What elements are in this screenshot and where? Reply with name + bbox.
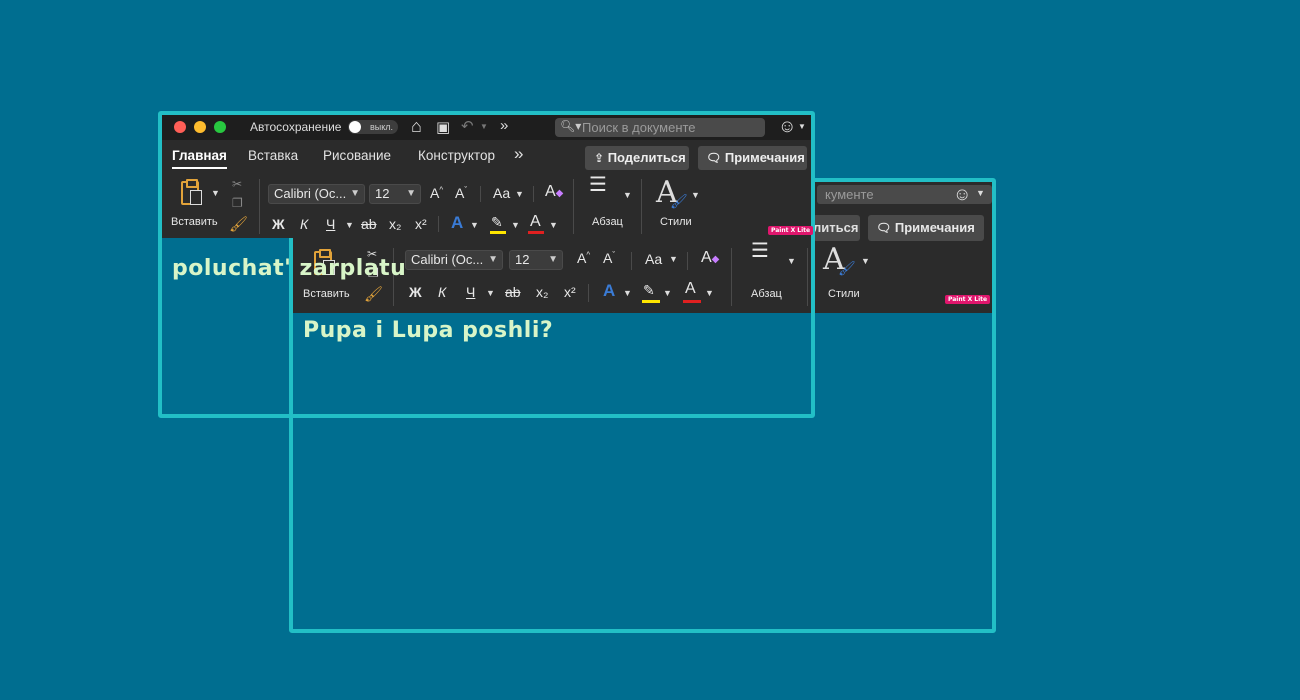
minimize-button[interactable] xyxy=(194,121,206,133)
divider xyxy=(480,186,481,202)
title-bar: Автосохранение выкл. ⌂ ▣ ↶ ▼ » 🔍︎▾ Поиск… xyxy=(162,115,811,140)
divider xyxy=(438,216,439,232)
paragraph-label[interactable]: Абзац xyxy=(592,216,623,228)
font-name-select[interactable]: Calibri (Ос... ▼ xyxy=(268,184,365,204)
highlight-icon[interactable]: ✎ xyxy=(491,214,503,231)
text-effects-icon[interactable]: A xyxy=(451,213,463,233)
cut-icon[interactable]: ✂ xyxy=(232,177,242,191)
autosave-state: выкл. xyxy=(369,122,393,132)
zoom-button[interactable] xyxy=(214,121,226,133)
chevron-down-icon[interactable]: ▼ xyxy=(515,189,524,199)
undo-icon[interactable]: ↶ xyxy=(461,117,474,135)
highlight-color-bar xyxy=(490,231,506,234)
search-placeholder: кументе xyxy=(825,187,874,202)
app-badge: Paint X Lite xyxy=(768,226,814,235)
brush-icon: 🖌︎ xyxy=(670,193,688,209)
more-commands-icon[interactable]: » xyxy=(500,117,508,134)
search-input[interactable]: 🔍︎▾ Поиск в документе xyxy=(555,118,765,137)
font-size-select[interactable]: 12 ▼ xyxy=(369,184,421,204)
paste-label[interactable]: Вставить xyxy=(171,216,218,228)
chevron-down-icon[interactable]: ▼ xyxy=(798,122,806,131)
share-icon: ⇪ xyxy=(594,151,605,165)
document-window-front: Автосохранение выкл. ⌂ ▣ ↶ ▼ » 🔍︎▾ Поиск… xyxy=(158,111,815,418)
more-tabs-icon[interactable]: » xyxy=(514,144,523,164)
font-color-bar xyxy=(528,231,544,234)
chevron-down-icon[interactable]: ▼ xyxy=(511,220,520,230)
styles-label[interactable]: Стили xyxy=(660,216,692,228)
divider xyxy=(259,179,260,234)
share-button[interactable]: ⇪ Поделиться xyxy=(585,146,689,170)
autosave-label: Автосохранение xyxy=(250,120,342,134)
divider xyxy=(573,179,574,234)
divider xyxy=(641,179,642,234)
ribbon-tabs: Главная Вставка Рисование Конструктор » … xyxy=(162,140,811,173)
share-label: Поделиться xyxy=(607,150,686,165)
chevron-down-icon[interactable]: ▼ xyxy=(211,188,220,198)
smiley-icon[interactable]: ☺ xyxy=(953,184,971,205)
brush-icon: 🖌︎ xyxy=(838,260,856,276)
divider xyxy=(533,186,534,202)
change-case-button[interactable]: Aa xyxy=(493,185,510,201)
strikethrough-button[interactable]: ab xyxy=(361,216,377,232)
superscript-button[interactable]: x² xyxy=(415,216,427,232)
shrink-font-icon[interactable]: Aˇ xyxy=(455,185,467,201)
tab-home[interactable]: Главная xyxy=(172,148,227,169)
chevron-down-icon[interactable]: ▼ xyxy=(345,220,354,230)
smiley-icon[interactable]: ☺ xyxy=(778,116,796,137)
tab-draw[interactable]: Рисование xyxy=(323,148,391,163)
app-badge: Paint X Lite xyxy=(945,295,991,304)
chevron-down-icon[interactable]: ▼ xyxy=(623,190,632,200)
close-button[interactable] xyxy=(174,121,186,133)
home-icon[interactable]: ⌂ xyxy=(411,116,422,137)
save-icon[interactable]: ▣ xyxy=(436,118,450,136)
paste-page-icon xyxy=(190,190,202,205)
chevron-down-icon: ▼ xyxy=(350,188,360,199)
bold-button[interactable]: Ж xyxy=(272,216,285,232)
chevron-down-icon[interactable]: ▼ xyxy=(480,122,488,131)
chevron-down-icon[interactable]: ▼ xyxy=(691,190,700,200)
comment-icon: 🗨︎ xyxy=(706,151,722,165)
styles-label[interactable]: Стили xyxy=(828,288,860,300)
share-button-back[interactable]: литься xyxy=(813,215,860,241)
ribbon-home: ▼ Вставить ✂ ❐ 🖌︎ Calibri (Ос... ▼ 12 ▼ A^… xyxy=(162,173,814,238)
paragraph-icon[interactable]: ☰ xyxy=(589,175,607,195)
autosave-toggle[interactable]: выкл. xyxy=(348,120,398,134)
grow-font-icon[interactable]: A^ xyxy=(430,185,443,201)
chevron-down-icon[interactable]: ▼ xyxy=(976,188,985,198)
chevron-down-icon[interactable]: ▼ xyxy=(470,220,479,230)
comments-label: Примечания xyxy=(894,220,975,235)
comments-label: Примечания xyxy=(724,150,805,165)
font-color-icon[interactable]: A xyxy=(530,213,541,231)
italic-button[interactable]: К xyxy=(300,216,308,232)
copy-icon[interactable]: ❐ xyxy=(232,196,243,210)
search-placeholder: Поиск в документе xyxy=(582,120,696,135)
tab-design[interactable]: Конструктор xyxy=(418,148,495,163)
format-painter-icon[interactable]: 🖌︎ xyxy=(229,215,248,233)
chevron-down-icon[interactable]: ▼ xyxy=(549,220,558,230)
comments-button-back[interactable]: 🗨︎ Примечания xyxy=(868,215,984,241)
comment-icon: 🗨︎ xyxy=(876,221,892,235)
font-size-value: 12 xyxy=(375,186,390,201)
share-label: литься xyxy=(813,220,859,235)
search-icon: 🔍︎▾ xyxy=(560,119,582,133)
chevron-down-icon[interactable]: ▼ xyxy=(861,256,870,266)
chevron-down-icon: ▼ xyxy=(406,188,416,199)
subscript-button[interactable]: x₂ xyxy=(389,216,401,232)
tab-insert[interactable]: Вставка xyxy=(248,148,298,163)
font-name-value: Calibri (Ос... xyxy=(274,186,347,201)
comments-button[interactable]: 🗨︎ Примечания xyxy=(698,146,807,170)
document-text[interactable]: poluchat' zarplatu xyxy=(172,256,406,281)
clear-formatting-icon[interactable]: A◆ xyxy=(545,183,563,201)
underline-button[interactable]: Ч xyxy=(326,216,335,232)
